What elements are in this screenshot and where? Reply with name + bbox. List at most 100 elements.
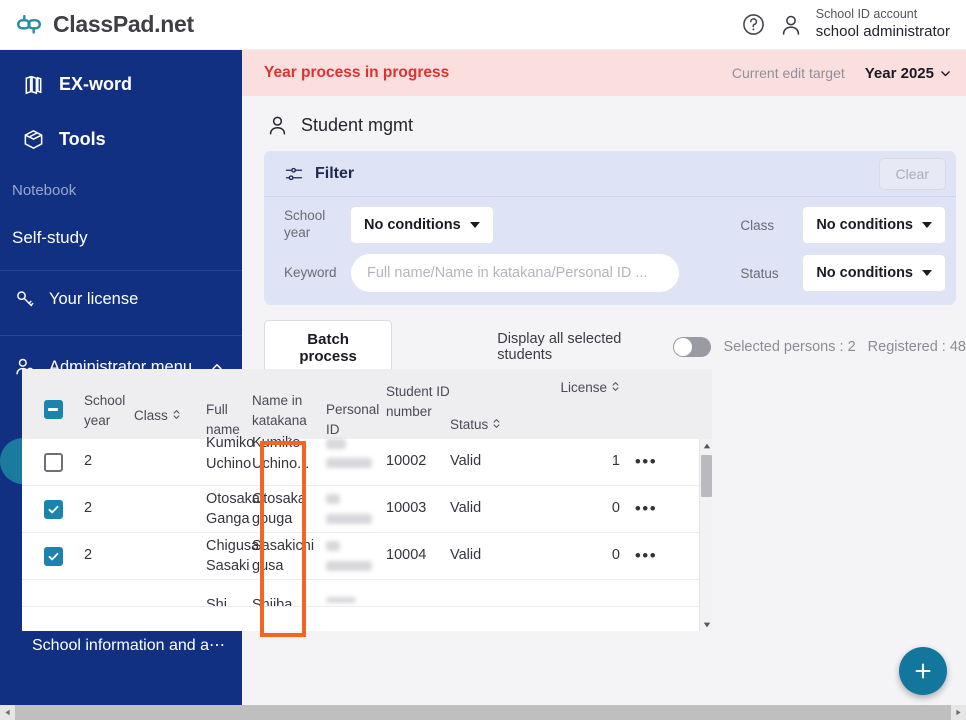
brand-logo-area[interactable]: ClassPad.net xyxy=(0,10,194,40)
column-header-license[interactable]: License xyxy=(534,378,620,398)
cell-full-name-line1: Otosaka xyxy=(206,490,260,507)
filter-panel-header: Filter Clear xyxy=(264,151,956,197)
table-vertical-scrollbar[interactable] xyxy=(699,439,712,631)
year-selector[interactable]: Year 2025 xyxy=(865,65,952,82)
chevron-down-icon xyxy=(941,70,950,76)
cell-school-year: 2 xyxy=(84,453,93,470)
redacted-personal-id xyxy=(326,438,346,449)
status-filter-label: Status xyxy=(740,265,779,281)
cell-student-id-number: 10004 xyxy=(386,547,427,564)
cell-status: Valid xyxy=(450,453,482,470)
checkmark-icon xyxy=(48,505,58,513)
table-body: 2 Kumiko Uchino Kumiko Uchino... 10002 V… xyxy=(22,435,712,607)
cell-name-katakana: Kumiko Uchino... xyxy=(252,435,326,474)
filter-row-1: School year No conditions Class No condi… xyxy=(278,206,946,244)
sidebar-item-your-license[interactable]: Your license xyxy=(0,271,242,327)
cell-actions: ••• xyxy=(620,499,672,519)
sidebar-item-exword[interactable]: EX-word xyxy=(0,58,242,111)
scrollbar-thumb[interactable] xyxy=(701,455,712,497)
more-options-icon[interactable]: ••• xyxy=(635,499,657,519)
redacted-personal-id xyxy=(326,494,340,504)
column-header-license-label: License xyxy=(560,380,607,395)
top-header-bar: ClassPad.net School ID account school ad… xyxy=(0,0,966,50)
cell-license: 0 xyxy=(611,500,620,517)
current-edit-target-label: Current edit target xyxy=(731,65,845,81)
scroll-down-arrow-icon[interactable] xyxy=(700,618,712,631)
toggle-knob xyxy=(674,338,693,356)
window-horizontal-scrollbar[interactable] xyxy=(0,705,966,720)
sidebar-item-tools[interactable]: Tools xyxy=(0,113,242,166)
column-header-school-year[interactable]: School year xyxy=(84,378,134,430)
class-filter-select[interactable]: No conditions xyxy=(802,206,946,244)
more-options-icon[interactable]: ••• xyxy=(635,546,657,566)
row-checkbox[interactable] xyxy=(43,499,63,519)
scroll-up-arrow-icon[interactable] xyxy=(700,439,712,452)
cell-full-name: Shi xyxy=(206,597,227,606)
select-all-cell xyxy=(22,378,84,419)
school-year-filter-value: No conditions xyxy=(364,217,461,233)
table-row[interactable]: 2 Kumiko Uchino Kumiko Uchino... 10002 V… xyxy=(22,435,712,486)
row-checkbox[interactable] xyxy=(43,452,63,472)
page-heading: Student mgmt xyxy=(242,96,966,151)
sort-icon xyxy=(173,410,180,419)
cell-license: 0 xyxy=(611,547,620,564)
column-header-status[interactable]: Status xyxy=(450,378,534,435)
table-row[interactable]: Shi Shiiba xyxy=(22,580,712,607)
display-all-selected-toggle[interactable] xyxy=(673,337,712,357)
row-checkbox[interactable] xyxy=(43,546,63,566)
help-circle-icon[interactable] xyxy=(741,12,766,37)
cell-name-katakana-line2: gouga xyxy=(252,511,293,527)
sidebar-item-selfstudy-label: Self-study xyxy=(12,228,88,247)
table-header-row: School year Class Full name Name in kata… xyxy=(22,369,712,457)
cell-personal-id xyxy=(326,491,386,527)
scroll-left-arrow-icon[interactable] xyxy=(0,705,15,720)
status-filter-value: No conditions xyxy=(816,265,913,281)
filter-row-2: Keyword Status No conditions xyxy=(278,253,946,293)
keyword-search-input[interactable] xyxy=(350,253,680,293)
cell-name-katakana-line2: gusa xyxy=(252,558,284,574)
cell-personal-id xyxy=(326,594,386,606)
filter-label: Filter xyxy=(315,164,355,182)
cell-full-name-line1: Kumiko xyxy=(206,435,255,452)
sidebar-item-school-information-label: School information and a⋯ xyxy=(32,637,225,654)
redacted-personal-id xyxy=(326,597,356,603)
sidebar-divider-2 xyxy=(0,335,242,336)
scrollbar-track[interactable] xyxy=(15,705,951,720)
clear-filter-button[interactable]: Clear xyxy=(878,157,946,190)
column-header-class-label: Class xyxy=(134,408,168,423)
cell-name-katakana-line1: Sasakichi xyxy=(252,537,315,554)
scroll-right-arrow-icon[interactable] xyxy=(951,705,966,720)
redacted-personal-id xyxy=(326,541,340,551)
batch-process-button[interactable]: Batch process xyxy=(264,320,393,376)
user-avatar-icon[interactable] xyxy=(779,13,803,37)
column-header-class[interactable]: Class xyxy=(134,378,206,426)
class-filter-value: No conditions xyxy=(816,217,913,233)
cell-full-name-line2: Ganga xyxy=(206,511,250,527)
cell-personal-id xyxy=(326,438,386,471)
sidebar-item-notebook-label: Notebook xyxy=(12,181,77,199)
sidebar-item-selfstudy[interactable]: Self-study xyxy=(0,214,242,262)
caret-down-icon xyxy=(922,270,932,276)
caret-down-icon xyxy=(469,222,480,228)
more-options-icon[interactable]: ••• xyxy=(635,452,657,472)
student-person-icon xyxy=(269,116,286,135)
cell-license: 1 xyxy=(611,453,620,470)
add-student-fab-button[interactable] xyxy=(899,647,947,695)
table-row[interactable]: 2 Chigusa Sasaki Sasakichi gusa 10004 Va… xyxy=(22,533,712,580)
account-type: School ID account xyxy=(815,7,918,22)
display-options-group: Display all selected students Selected p… xyxy=(497,331,966,363)
select-all-checkbox[interactable] xyxy=(43,400,63,419)
cell-status: Valid xyxy=(450,547,482,564)
account-info[interactable]: School ID account school administrator xyxy=(816,7,950,41)
sort-icon xyxy=(612,382,619,391)
status-filter-select[interactable]: No conditions xyxy=(802,254,946,292)
column-header-student-id-number: Student ID number xyxy=(386,378,450,421)
keyword-filter-label: Keyword xyxy=(284,264,337,280)
cell-actions: ••• xyxy=(620,452,672,472)
notice-right-group: Current edit target Year 2025 xyxy=(732,65,952,82)
row-select-cell xyxy=(22,546,84,566)
table-row[interactable]: 2 Otosaka Ganga Otosaka gouga 10003 Vali… xyxy=(22,486,712,533)
school-year-filter-select[interactable]: No conditions xyxy=(350,206,494,244)
sidebar-item-notebook[interactable]: Notebook xyxy=(0,166,242,214)
column-header-name-katakana-label: Name in katakana xyxy=(252,393,307,428)
